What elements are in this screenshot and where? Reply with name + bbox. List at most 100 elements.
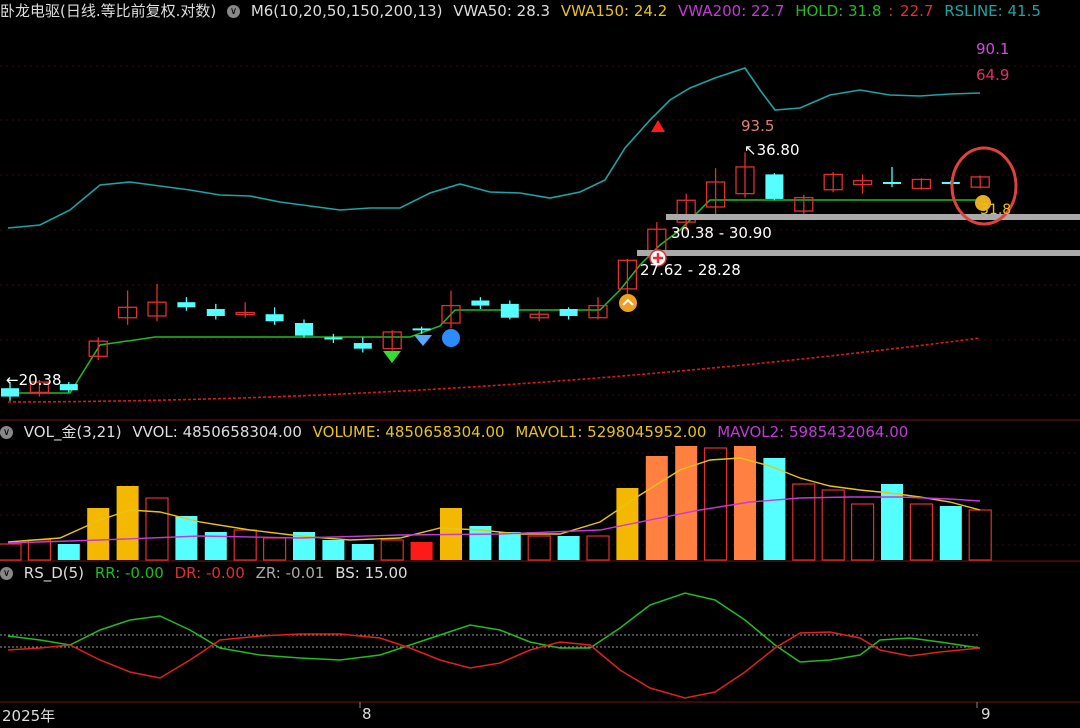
rsline-value: RSLINE: 41.5: [944, 2, 1041, 20]
candle-body: [765, 174, 784, 199]
volume-bar: [557, 536, 580, 560]
candle-body: [265, 314, 284, 322]
diamond-icon: [383, 351, 401, 363]
hold-value-2: 22.7: [900, 2, 934, 20]
volume-bar: [850, 503, 875, 561]
volume-bar: [821, 489, 845, 561]
candle-body: [295, 323, 313, 336]
zr-value: ZR: -0.01: [255, 564, 325, 582]
candle-body: [324, 337, 343, 340]
volume-legend: ∨ VOL_金(3,21) VVOL: 4850658304.00 VOLUME…: [0, 421, 914, 443]
x-axis-label-aug: 8: [362, 705, 372, 723]
volume-bar: [881, 484, 903, 560]
right-label-2: 64.9: [976, 66, 1010, 84]
high-label: ↖36.80: [744, 141, 800, 159]
x-axis-label-sep: 9: [981, 705, 991, 723]
vwa200-value: VWA200: 22.7: [678, 2, 785, 20]
volume-bar: [703, 447, 728, 561]
zone1-label: 30.38 - 30.90: [671, 224, 772, 242]
candle-body: [883, 181, 901, 184]
volume-bar: [145, 497, 169, 561]
volume-bar: [263, 537, 287, 561]
volume-bar: [380, 539, 404, 561]
arrow-icon: ↖: [744, 141, 757, 159]
peak-label: 93.5: [741, 117, 775, 135]
volume-bar: [792, 483, 816, 561]
volume-bar: [351, 544, 374, 560]
candlesticks: [1, 152, 990, 401]
grid-lines: [0, 65, 1080, 708]
volume-bar: [410, 542, 433, 560]
ball-icon: [442, 329, 460, 347]
volume-bar: [57, 544, 80, 560]
buy-signal-icon: [619, 294, 637, 312]
volume-bars: [0, 446, 992, 561]
volume-bar: [27, 539, 51, 561]
volume-bar: [0, 543, 22, 561]
candle-body: [1, 388, 19, 397]
hold-separator: :: [888, 2, 894, 20]
volume-bar: [645, 456, 668, 560]
mavol1-value: MAVOL1: 5298045952.00: [515, 423, 707, 441]
candle-body: [177, 302, 196, 308]
vvol-value: VVOL: 4850658304.00: [132, 423, 302, 441]
chart-title: 卧龙电驱(日线.等比前复权.对数): [0, 2, 217, 20]
volume-bar: [968, 509, 992, 561]
zone2-label: 27.62 - 28.28: [640, 261, 741, 279]
rs-indicator-name: RS_D(5): [23, 564, 85, 582]
low-label: ←20.38: [6, 371, 62, 389]
dr-value: DR: -0.00: [174, 564, 245, 582]
volume-indicator-name: VOL_金(3,21): [23, 423, 122, 441]
hold-value: HOLD: 31.8: [795, 2, 882, 20]
candle-body: [59, 384, 78, 391]
mavol1-line: [7, 457, 981, 543]
low-label-text: 20.38: [18, 371, 62, 389]
support-zone-2: [637, 250, 1080, 256]
diamond-icon: [414, 335, 432, 346]
support-zone-1: [666, 214, 1080, 220]
rs-legend: ∨ RS_D(5) RR: -0.00 DR: -0.00 ZR: -0.01 …: [0, 562, 414, 584]
main-indicator-lines: [7, 67, 990, 403]
volume-bar: [116, 486, 139, 560]
rr-value: RR: -0.00: [94, 564, 164, 582]
arrow-icon: ←: [6, 371, 19, 389]
volume-bar: [87, 508, 110, 560]
x-axis-label-year: 2025年: [2, 707, 56, 725]
collapse-icon[interactable]: ∨: [0, 426, 13, 439]
volume-bar: [175, 516, 198, 560]
candle-body: [353, 343, 372, 349]
volume-bar: [675, 446, 698, 560]
indicator-name: M6(10,20,50,150,200,13): [250, 2, 443, 20]
right-label-1: 90.1: [976, 40, 1010, 58]
rsline: [7, 67, 981, 229]
volume-ma-lines: [7, 457, 981, 544]
candle-body: [500, 303, 519, 318]
hold-line: [8, 199, 990, 394]
dr-line: [7, 631, 981, 699]
collapse-icon[interactable]: ∨: [0, 567, 13, 580]
candle-body: [206, 309, 225, 316]
rr-line: [7, 592, 981, 663]
volume-bar: [527, 535, 551, 561]
sell-signal-icon: [651, 120, 665, 132]
volume-bar: [763, 458, 786, 560]
vwa200-line: [7, 337, 981, 403]
collapse-icon[interactable]: ∨: [227, 5, 241, 18]
mavol2-value: MAVOL2: 5985432064.00: [717, 423, 909, 441]
high-label-text: 36.80: [756, 141, 800, 159]
main-legend: 卧龙电驱(日线.等比前复权.对数) ∨ M6(10,20,50,150,200,…: [0, 0, 1047, 22]
volume-bar: [939, 506, 962, 560]
candle-body: [471, 300, 490, 306]
vwa150-value: VWA150: 24.2: [560, 2, 668, 20]
stock-chart[interactable]: [0, 0, 1080, 728]
volume-value: VOLUME: 4850658304.00: [312, 423, 505, 441]
volume-bar: [909, 503, 934, 561]
mavol2-line: [7, 496, 981, 544]
volume-bar: [586, 535, 610, 561]
rs-lines: [0, 592, 981, 699]
volume-bar: [322, 540, 345, 560]
last-price-label: 31.8: [980, 202, 1012, 218]
volume-bar: [498, 532, 521, 560]
candle-body: [559, 309, 578, 316]
bs-value: BS: 15.00: [335, 564, 408, 582]
